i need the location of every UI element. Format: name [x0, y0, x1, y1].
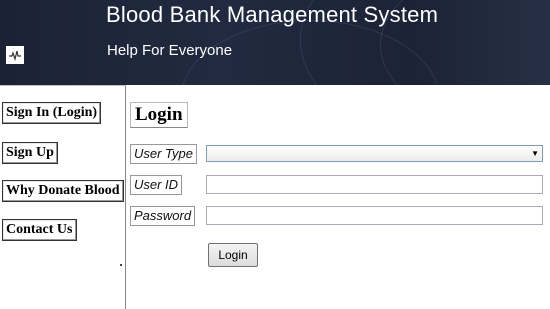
site-header: Blood Bank Management System Help For Ev…: [0, 0, 550, 85]
heartbeat-icon: [6, 46, 24, 64]
page-title: Login: [130, 102, 188, 128]
user-type-label: User Type: [130, 144, 197, 164]
password-label: Password: [130, 206, 196, 226]
chevron-down-icon[interactable]: ▼: [531, 149, 539, 159]
sidebar-item-why-donate[interactable]: Why Donate Blood: [2, 180, 124, 202]
login-panel: Login User Type ▼ User ID Password Login: [127, 86, 550, 309]
divider-dot: [120, 264, 122, 266]
site-subtitle: Help For Everyone: [107, 42, 233, 59]
password-field[interactable]: [206, 206, 543, 225]
sidebar-item-contact[interactable]: Contact Us: [2, 219, 77, 241]
sidebar-item-sign-in[interactable]: Sign In (Login): [2, 102, 102, 124]
user-id-field[interactable]: [206, 175, 543, 194]
user-id-label: User ID: [130, 175, 183, 195]
site-title: Blood Bank Management System: [106, 2, 439, 27]
sidebar-nav: Sign In (Login) Sign Up Why Donate Blood…: [0, 85, 126, 309]
user-type-select[interactable]: ▼: [206, 145, 543, 162]
login-button[interactable]: Login: [208, 243, 258, 267]
sidebar-item-sign-up[interactable]: Sign Up: [2, 142, 58, 164]
